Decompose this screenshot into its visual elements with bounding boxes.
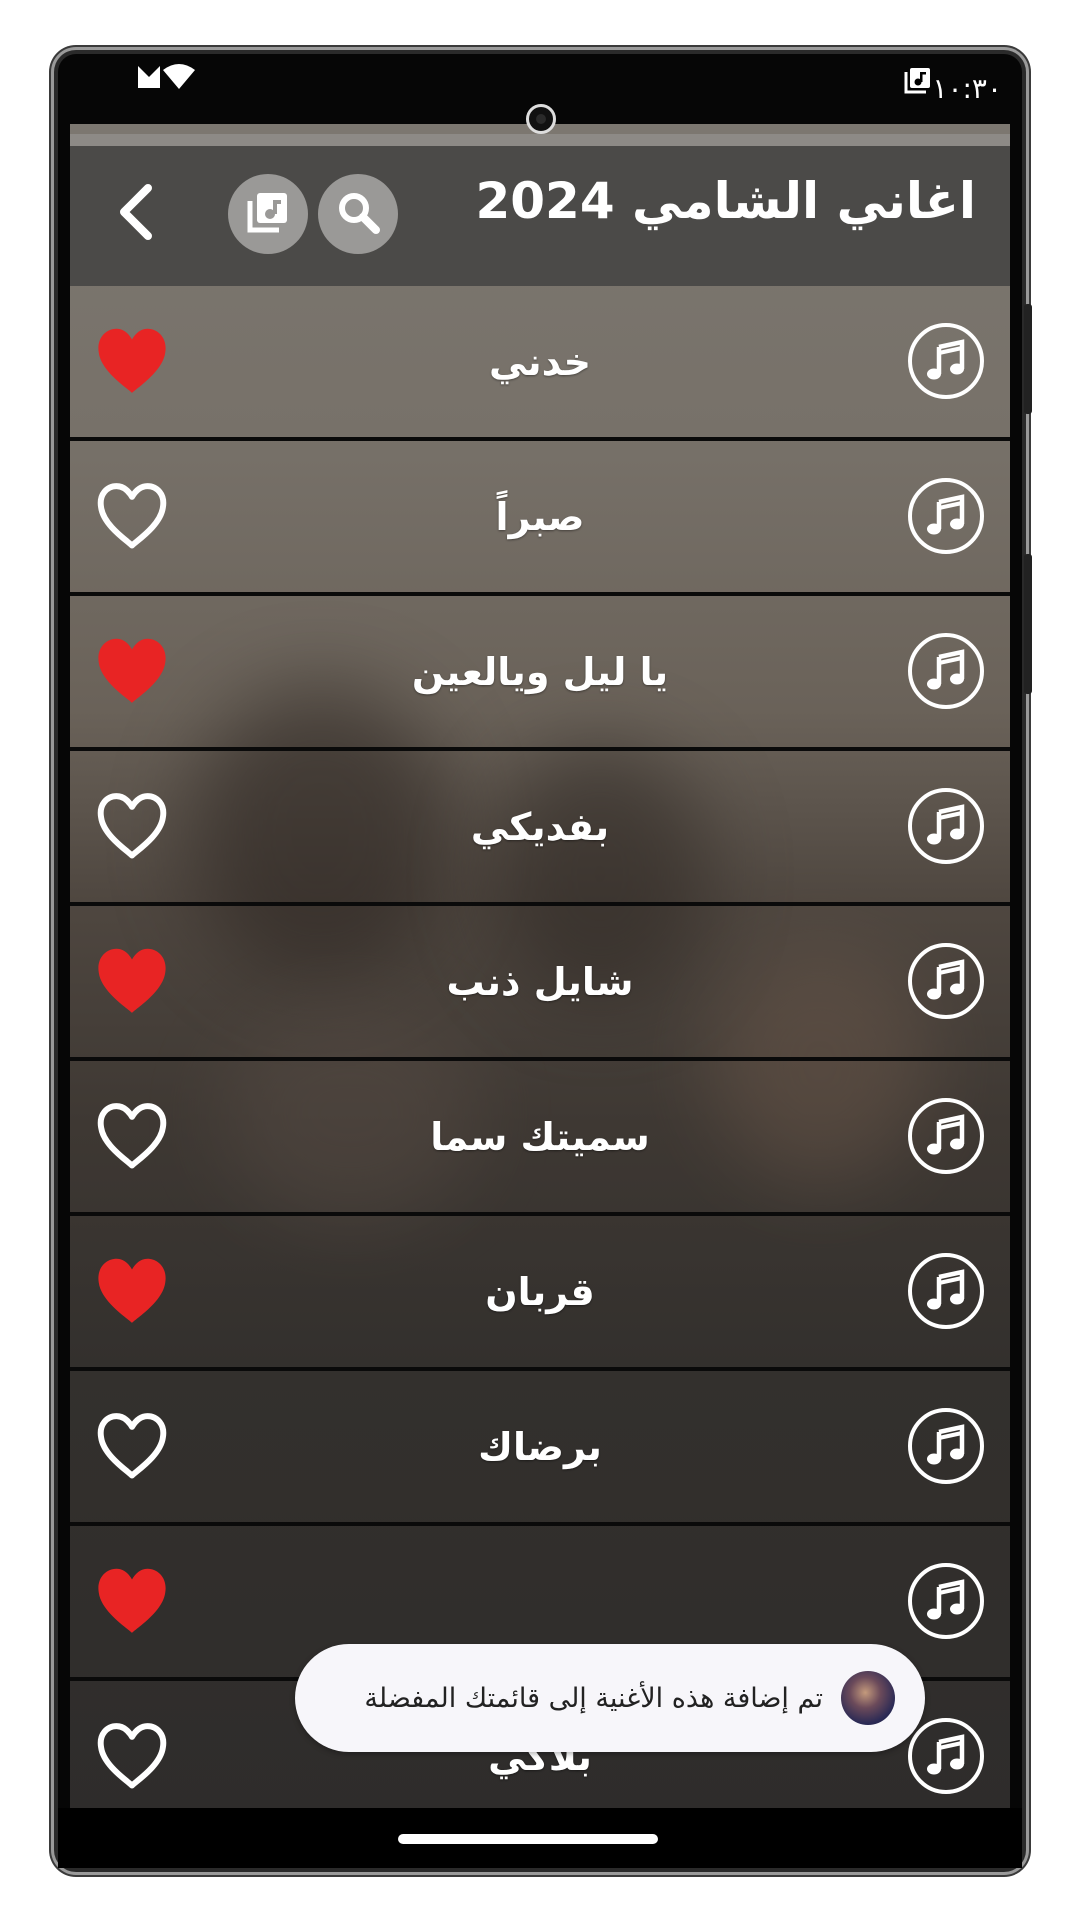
signal-icon bbox=[136, 64, 162, 94]
song-title: قربان bbox=[485, 1269, 595, 1314]
wifi-icon bbox=[162, 64, 196, 94]
music-note-icon[interactable] bbox=[908, 323, 984, 399]
back-button[interactable] bbox=[106, 174, 166, 254]
toast-notification: تم إضافة هذه الأغنية إلى قائمتك المفضلة bbox=[295, 1644, 925, 1752]
music-note-icon[interactable] bbox=[908, 633, 984, 709]
camera-icon bbox=[526, 104, 556, 134]
song-row[interactable]: خدني bbox=[70, 286, 1010, 441]
music-note-icon[interactable] bbox=[908, 1718, 984, 1794]
song-row[interactable]: شايل ذنب bbox=[70, 906, 1010, 1061]
song-title: سميتك سما bbox=[430, 1114, 650, 1159]
page-title: اغاني الشامي 2024 bbox=[475, 172, 976, 230]
toast-message: تم إضافة هذه الأغنية إلى قائمتك المفضلة bbox=[364, 1682, 823, 1714]
music-note-icon[interactable] bbox=[908, 1098, 984, 1174]
app-screen: اغاني الشامي 2024 خدني صبراً يا ليل ويالعي… bbox=[70, 124, 1010, 1848]
song-row[interactable]: سميتك سما bbox=[70, 1061, 1010, 1216]
heart-outline-icon[interactable] bbox=[94, 1409, 170, 1485]
song-row[interactable]: قربان bbox=[70, 1216, 1010, 1371]
library-button[interactable] bbox=[228, 174, 308, 254]
song-title: خدني bbox=[488, 339, 592, 384]
heart-outline-icon[interactable] bbox=[94, 789, 170, 865]
toolbar: اغاني الشامي 2024 bbox=[70, 134, 1010, 286]
heart-filled-icon[interactable] bbox=[94, 1254, 170, 1330]
song-row[interactable]: برضاك bbox=[70, 1371, 1010, 1526]
heart-filled-icon[interactable] bbox=[94, 944, 170, 1020]
song-row[interactable]: بفديكي bbox=[70, 751, 1010, 906]
search-button[interactable] bbox=[318, 174, 398, 254]
toolbar-divider bbox=[70, 134, 1010, 146]
music-note-icon[interactable] bbox=[908, 1408, 984, 1484]
chevron-left-icon bbox=[116, 184, 156, 244]
home-indicator[interactable] bbox=[398, 1834, 658, 1844]
heart-filled-icon[interactable] bbox=[94, 324, 170, 400]
song-title: يا ليل ويالعين bbox=[411, 649, 669, 694]
heart-outline-icon[interactable] bbox=[94, 1719, 170, 1795]
music-note-icon[interactable] bbox=[908, 943, 984, 1019]
music-note-icon[interactable] bbox=[908, 1253, 984, 1329]
power-button bbox=[1024, 554, 1032, 694]
clock: ١٠:٣٠ bbox=[932, 72, 1002, 105]
music-library-icon bbox=[245, 189, 291, 239]
song-row[interactable]: صبراً bbox=[70, 441, 1010, 596]
song-title: صبراً bbox=[495, 494, 585, 539]
phone-frame: ١٠:٣٠ اغاني الشامي 2024 خدني صبراً يا لي… bbox=[58, 54, 1032, 1868]
volume-button bbox=[1024, 304, 1032, 414]
music-library-icon bbox=[904, 66, 932, 98]
heart-outline-icon[interactable] bbox=[94, 1099, 170, 1175]
song-list: خدني صبراً يا ليل ويالعين بفديكي شايل ذنب سمي… bbox=[70, 286, 1010, 1836]
song-title: بفديكي bbox=[470, 804, 610, 849]
heart-outline-icon[interactable] bbox=[94, 479, 170, 555]
navigation-bar bbox=[58, 1808, 1022, 1868]
music-note-icon[interactable] bbox=[908, 478, 984, 554]
heart-filled-icon[interactable] bbox=[94, 634, 170, 710]
song-title: برضاك bbox=[478, 1424, 602, 1469]
song-row[interactable]: يا ليل ويالعين bbox=[70, 596, 1010, 751]
music-note-icon[interactable] bbox=[908, 1563, 984, 1639]
app-avatar-icon bbox=[841, 1671, 895, 1725]
heart-filled-icon[interactable] bbox=[94, 1564, 170, 1640]
music-note-icon[interactable] bbox=[908, 788, 984, 864]
search-icon bbox=[334, 188, 382, 240]
song-title: شايل ذنب bbox=[446, 959, 634, 1004]
